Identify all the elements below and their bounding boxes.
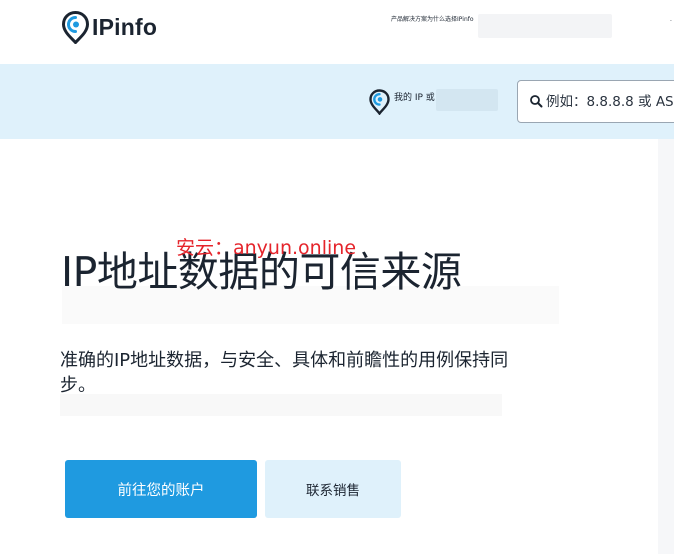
top-nav: 产品 解决方案 为什么选择IPinfo <box>391 14 474 23</box>
ip-search-box[interactable] <box>517 80 674 123</box>
nav-item-solutions[interactable]: 解决方案 <box>403 14 427 23</box>
contact-sales-button[interactable]: 联系销售 <box>265 460 401 518</box>
ip-search-input[interactable] <box>546 89 674 115</box>
ipinfo-logo[interactable]: IPinfo <box>62 11 157 44</box>
edge-dot: · <box>670 18 672 25</box>
watermark-text: 安云：anyun.online <box>176 237 357 259</box>
logo-text: IPinfo <box>92 14 158 40</box>
hero-subtitle: 准确的IP地址数据，与安全、具体和前瞻性的用例保持同步。 <box>60 350 509 396</box>
ipinfo-logo-icon <box>62 11 89 44</box>
blurred-nav-area <box>478 14 612 38</box>
nav-item-products[interactable]: 产品 <box>391 14 403 23</box>
blurred-ip-value <box>436 89 498 111</box>
nav-item-why-ipinfo[interactable]: 为什么选择IPinfo <box>427 14 474 23</box>
location-pin-icon <box>369 89 390 115</box>
right-edge-strip <box>658 139 674 554</box>
site-header: IPinfo 产品 解决方案 为什么选择IPinfo · <box>0 0 674 64</box>
search-icon <box>530 95 543 108</box>
my-ip-label: 我的 IP 或 <box>394 93 435 103</box>
go-to-account-button[interactable]: 前往您的账户 <box>65 460 257 518</box>
